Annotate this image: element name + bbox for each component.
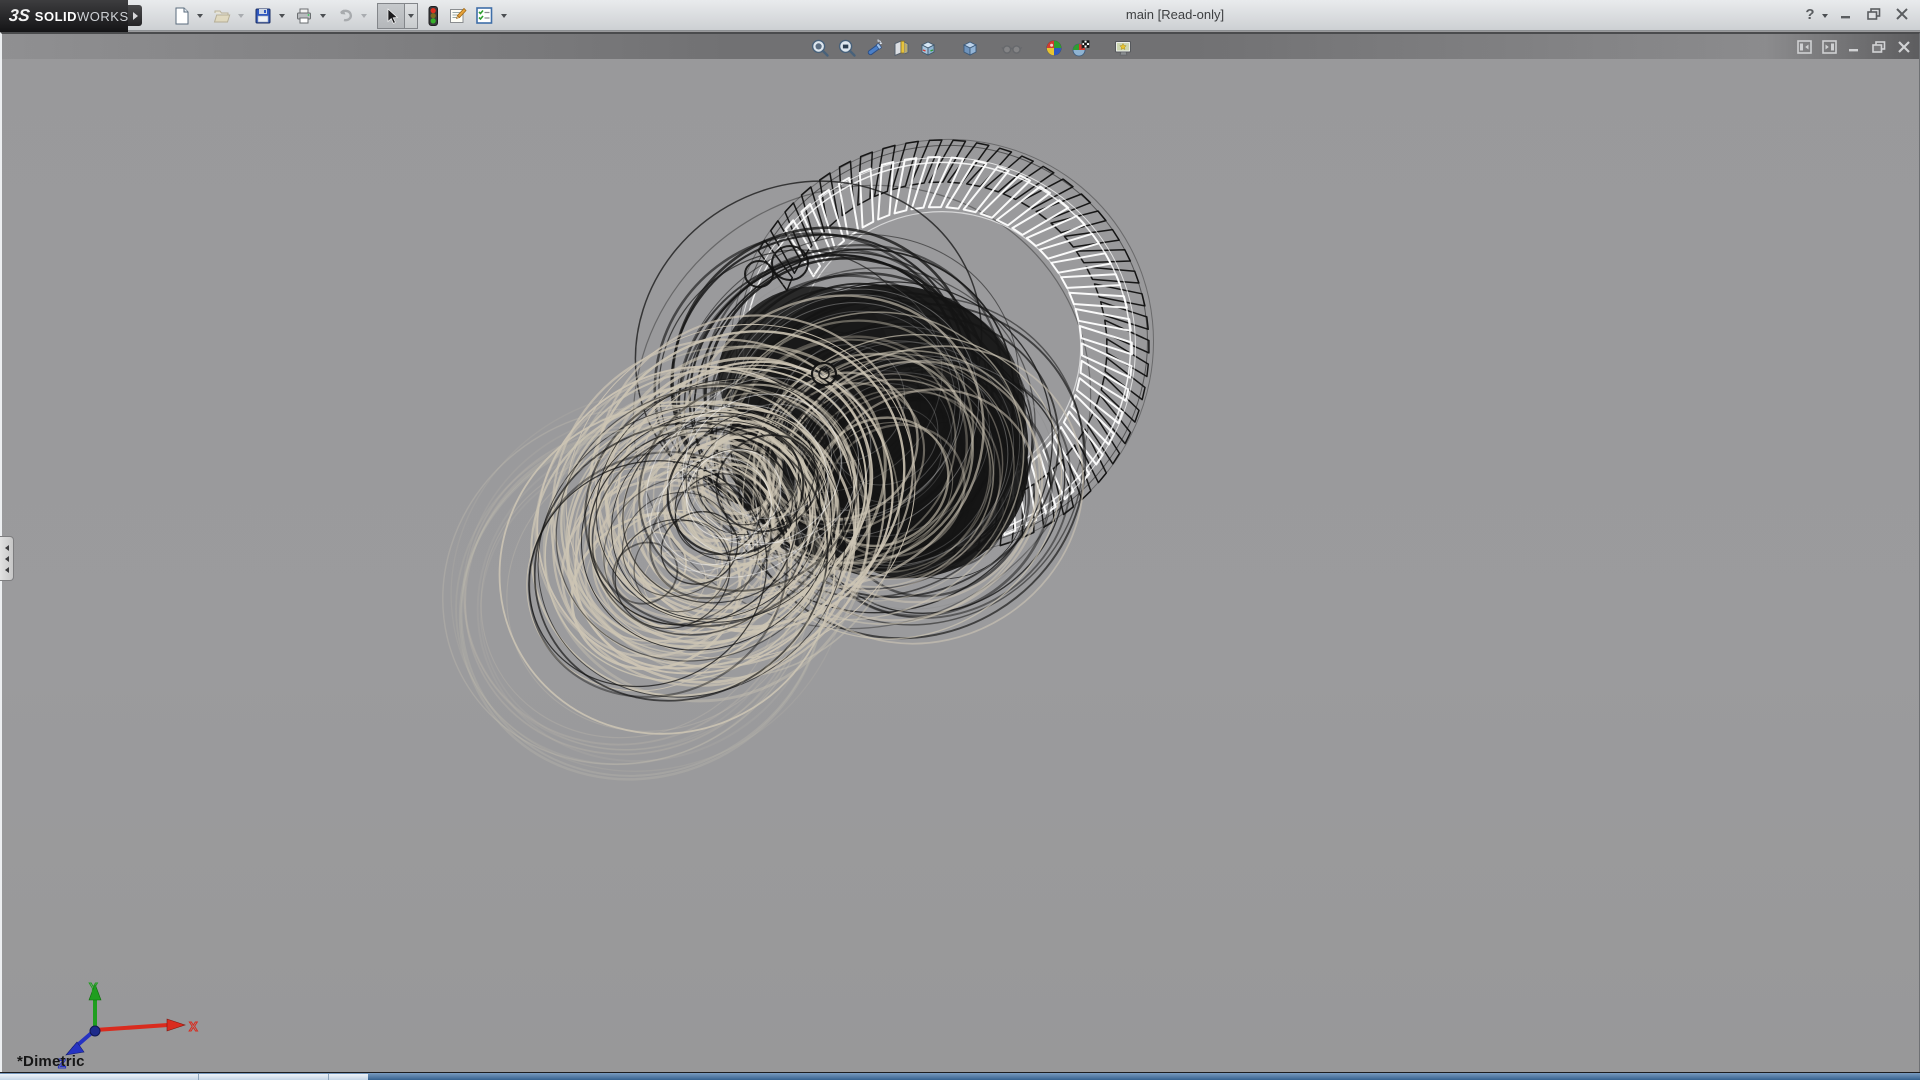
doc-minimize-button[interactable] bbox=[1845, 39, 1863, 56]
pane-toggle-left-button[interactable] bbox=[1795, 39, 1813, 56]
standard-toolbar bbox=[168, 2, 513, 29]
select-cursor-icon bbox=[382, 7, 400, 25]
new-dropdown-caret[interactable] bbox=[197, 14, 203, 18]
traffic-light-button[interactable] bbox=[422, 3, 444, 29]
undo-icon bbox=[335, 6, 355, 26]
titlebar: 3S SOLIDWORKS bbox=[0, 0, 1920, 31]
collapse-arrow-icon bbox=[5, 567, 9, 573]
doc-restore-button[interactable] bbox=[1870, 39, 1888, 56]
status-bar bbox=[0, 1072, 1920, 1080]
new-document-button[interactable] bbox=[168, 3, 194, 29]
view-settings-button[interactable] bbox=[1111, 37, 1135, 59]
display-style-icon bbox=[960, 38, 980, 58]
triad-origin bbox=[90, 1026, 100, 1036]
graphics-area[interactable]: X Y Z *Dimetric bbox=[0, 32, 1920, 1072]
save-button[interactable] bbox=[250, 3, 276, 29]
print-dropdown-caret[interactable] bbox=[320, 14, 326, 18]
print-icon bbox=[294, 6, 314, 26]
restore-icon bbox=[1866, 7, 1882, 21]
section-view-icon bbox=[891, 38, 911, 58]
appearance-sphere-icon bbox=[1044, 38, 1064, 58]
status-divider bbox=[198, 1074, 199, 1080]
apply-scene-button[interactable] bbox=[1069, 37, 1093, 59]
view-orientation-label: *Dimetric bbox=[17, 1053, 85, 1070]
display-style-button[interactable] bbox=[958, 37, 982, 59]
options-dropdown-caret[interactable] bbox=[501, 14, 507, 18]
edit-appearance-button[interactable] bbox=[1042, 37, 1066, 59]
zoom-to-selection-button[interactable] bbox=[862, 37, 886, 59]
save-dropdown-caret[interactable] bbox=[279, 14, 285, 18]
brand-solid: SOLID bbox=[35, 9, 77, 24]
select-tool-button[interactable] bbox=[377, 3, 404, 29]
pane-toggle-right-button[interactable] bbox=[1820, 39, 1838, 56]
view-orientation-icon bbox=[918, 38, 938, 58]
open-folder-icon bbox=[212, 6, 232, 26]
doc-close-button[interactable] bbox=[1895, 39, 1913, 56]
solidworks-window: 3S SOLIDWORKS bbox=[0, 0, 1920, 1080]
pane-toggle-left-icon bbox=[1797, 40, 1812, 54]
options-checklist-icon bbox=[474, 5, 495, 26]
view-settings-icon bbox=[1113, 38, 1134, 58]
save-floppy-icon bbox=[253, 6, 273, 26]
new-document-icon bbox=[171, 6, 191, 26]
edit-notepad-icon bbox=[447, 5, 468, 26]
select-tool-group bbox=[377, 3, 418, 29]
x-axis-label: X bbox=[189, 1019, 198, 1034]
traffic-light-icon bbox=[425, 5, 441, 27]
options-checklist-button[interactable] bbox=[471, 3, 498, 29]
open-document-button[interactable] bbox=[209, 3, 235, 29]
undo-button[interactable] bbox=[332, 3, 358, 29]
open-dropdown-caret[interactable] bbox=[238, 14, 244, 18]
engine-model bbox=[2, 34, 1919, 1072]
restore-button[interactable] bbox=[1864, 5, 1884, 23]
view-orientation-button[interactable] bbox=[916, 37, 940, 59]
menu-expand-tab[interactable] bbox=[128, 5, 142, 26]
help-button[interactable]: ? bbox=[1800, 5, 1820, 23]
collapse-arrow-icon bbox=[5, 545, 9, 551]
document-title: main [Read-only] bbox=[1060, 7, 1290, 22]
zoom-to-fit-icon bbox=[810, 38, 830, 58]
doc-close-icon bbox=[1897, 41, 1911, 53]
minimize-icon bbox=[1839, 8, 1853, 20]
pane-toggle-right-icon bbox=[1822, 40, 1837, 54]
doc-restore-icon bbox=[1871, 40, 1887, 54]
zoom-to-area-button[interactable] bbox=[835, 37, 859, 59]
undo-dropdown-caret[interactable] bbox=[361, 14, 367, 18]
app-window-controls: ? bbox=[1800, 5, 1912, 23]
status-divider bbox=[328, 1074, 329, 1080]
close-button[interactable] bbox=[1892, 5, 1912, 23]
dassault-3s-logo-icon: 3S bbox=[8, 6, 31, 26]
help-dropdown-caret[interactable] bbox=[1822, 14, 1828, 18]
x-axis-arrow bbox=[167, 1019, 185, 1031]
collapse-arrow-icon bbox=[5, 556, 9, 562]
zoom-to-area-icon bbox=[837, 38, 857, 58]
select-dropdown-caret bbox=[408, 14, 414, 18]
zoom-to-selection-icon bbox=[864, 38, 884, 58]
edit-notepad-button[interactable] bbox=[444, 3, 471, 29]
solidworks-logo: 3S SOLIDWORKS bbox=[0, 0, 128, 32]
expand-arrow-icon bbox=[133, 12, 138, 20]
zoom-to-fit-button[interactable] bbox=[808, 37, 832, 59]
brand-text: SOLIDWORKS bbox=[35, 9, 129, 24]
section-view-button[interactable] bbox=[889, 37, 913, 59]
apply-scene-icon bbox=[1071, 38, 1092, 58]
select-dropdown-button[interactable] bbox=[404, 3, 418, 29]
print-button[interactable] bbox=[291, 3, 317, 29]
y-axis-label: Y bbox=[89, 980, 98, 995]
headsup-view-toolbar bbox=[808, 36, 1135, 59]
hide-show-items-button[interactable] bbox=[1000, 37, 1024, 59]
eyeglasses-icon bbox=[1001, 39, 1023, 57]
doc-minimize-icon bbox=[1848, 41, 1861, 53]
minimize-button[interactable] bbox=[1836, 5, 1856, 23]
status-segment bbox=[0, 1074, 368, 1080]
feature-tree-splitter[interactable] bbox=[0, 536, 14, 581]
close-icon bbox=[1895, 8, 1909, 20]
document-window-controls bbox=[1795, 36, 1913, 58]
brand-works: WORKS bbox=[77, 9, 129, 24]
